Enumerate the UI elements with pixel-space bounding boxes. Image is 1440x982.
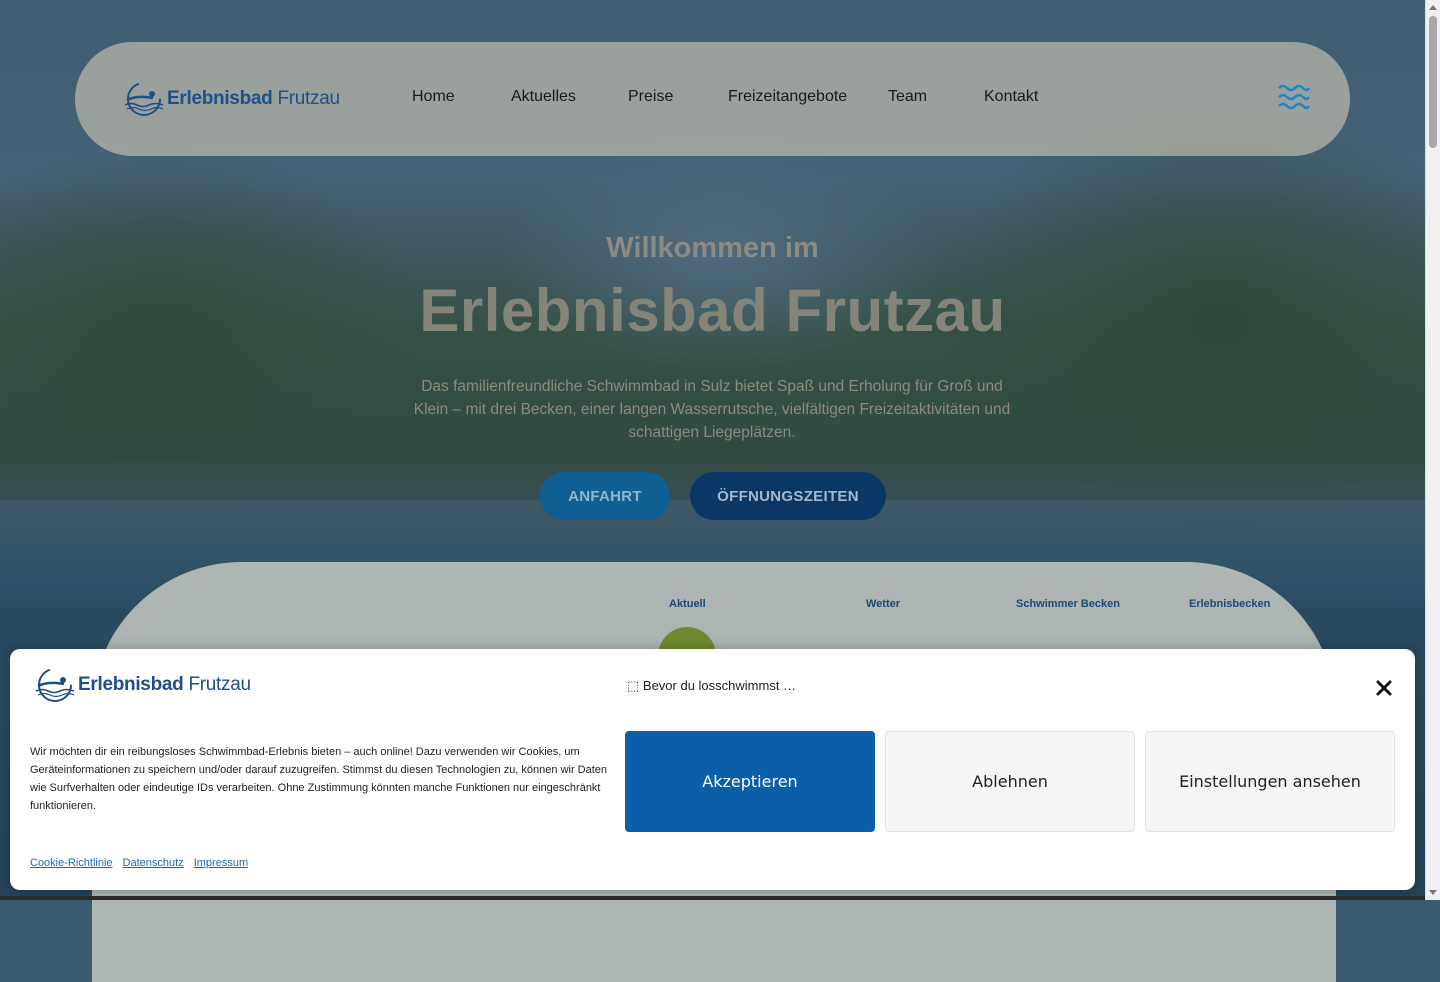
hero-pre-title: Willkommen im: [606, 232, 819, 264]
status-label-schwimmer-becken: Schwimmer Becken: [1016, 598, 1120, 610]
status-label-erlebnisbecken: Erlebnisbecken: [1189, 598, 1271, 610]
nav-freizeitangebote[interactable]: Freizeitangebote: [728, 88, 847, 106]
main-navigation: Home Aktuelles Preise Freizeitangebote T…: [75, 42, 1350, 156]
accept-cookies-button[interactable]: Akzeptieren: [625, 731, 875, 832]
page-scrollbar[interactable]: [1425, 0, 1440, 900]
scroll-down-arrow-icon[interactable]: [1429, 890, 1437, 895]
waves-menu-icon[interactable]: [1278, 83, 1310, 111]
opening-hours-button[interactable]: ÖFFNUNGSZEITEN: [690, 472, 886, 520]
cookie-banner-title: ⬚ Bevor du losschwimmst …: [627, 678, 797, 693]
cookie-banner-links: Cookie-Richtlinie Datenschutz Impressum: [30, 857, 248, 869]
nav-home[interactable]: Home: [412, 88, 455, 106]
privacy-link[interactable]: Datenschutz: [123, 857, 184, 869]
site-header: Erlebnisbad Frutzau Home Aktuelles Preis…: [75, 42, 1350, 156]
nav-aktuelles[interactable]: Aktuelles: [511, 88, 576, 106]
cookie-consent-banner: Erlebnisbad Frutzau ⬚ Bevor du losschwim…: [10, 649, 1415, 890]
scroll-up-arrow-icon[interactable]: [1429, 5, 1437, 10]
imprint-link[interactable]: Impressum: [194, 857, 248, 869]
nav-kontakt[interactable]: Kontakt: [984, 88, 1038, 106]
hero-title: Erlebnisbad Frutzau: [419, 277, 1006, 344]
page-footer-edge: [0, 896, 1425, 900]
scrollbar-thumb[interactable]: [1429, 16, 1437, 148]
cookie-banner-logo: Erlebnisbad Frutzau: [34, 666, 251, 704]
nav-team[interactable]: Team: [888, 88, 927, 106]
close-icon[interactable]: [1373, 677, 1395, 699]
hero-description: Das familienfreundliche Schwimmbad in Su…: [413, 378, 1011, 441]
directions-button[interactable]: ANFAHRT: [540, 472, 670, 520]
swimmer-logo-icon: [35, 668, 75, 702]
view-settings-button[interactable]: Einstellungen ansehen: [1145, 731, 1395, 832]
status-label-aktuell: Aktuell: [669, 598, 706, 610]
cookie-banner-text: Wir möchten dir ein reibungsloses Schwim…: [30, 746, 608, 812]
deny-cookies-button[interactable]: Ablehnen: [885, 731, 1135, 832]
nav-preise[interactable]: Preise: [628, 88, 673, 106]
status-label-wetter: Wetter: [866, 598, 901, 610]
cookie-policy-link[interactable]: Cookie-Richtlinie: [30, 857, 113, 869]
logo-text: Erlebnisbad Frutzau: [78, 674, 251, 695]
